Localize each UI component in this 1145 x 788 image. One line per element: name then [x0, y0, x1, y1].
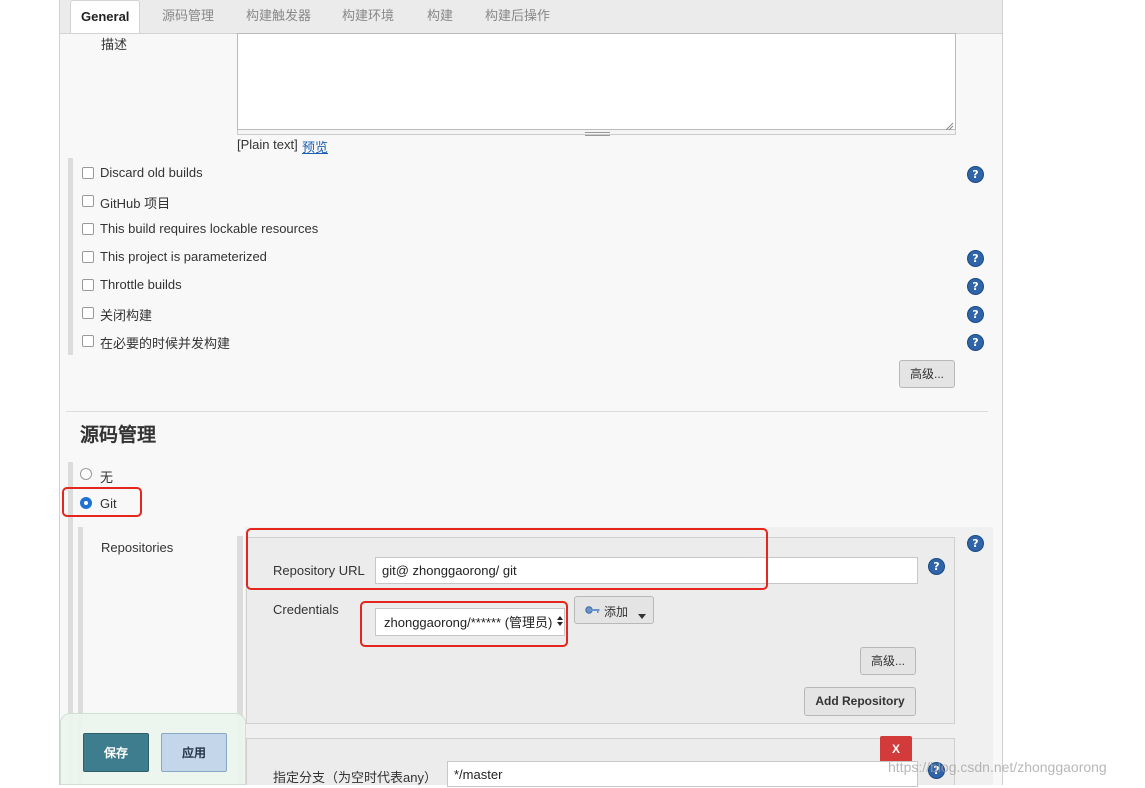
parameterized-checkbox[interactable] — [82, 251, 94, 263]
plain-text-label: [Plain text] — [237, 137, 298, 152]
dropdown-arrow-icon — [638, 608, 646, 622]
help-icon[interactable]: ? — [967, 250, 984, 267]
help-icon[interactable]: ? — [967, 278, 984, 295]
repository-advanced-button[interactable]: 高级... — [860, 647, 916, 675]
github-project-checkbox[interactable] — [82, 195, 94, 207]
description-label: 描述 — [101, 37, 128, 52]
add-repository-button[interactable]: Add Repository — [804, 687, 916, 716]
option-label: Throttle builds — [100, 277, 182, 292]
help-icon[interactable]: ? — [967, 306, 984, 323]
disable-build-checkbox[interactable] — [82, 307, 94, 319]
scm-option-label: 无 — [100, 470, 114, 485]
add-button-label: 添加 — [604, 605, 629, 619]
preview-link[interactable]: 预览 — [302, 137, 328, 156]
tab-scm[interactable]: 源码管理 — [162, 0, 214, 31]
resize-grip-icon[interactable] — [945, 119, 954, 131]
scm-section-title: 源码管理 — [80, 425, 157, 446]
apply-button[interactable]: 应用 — [161, 733, 227, 772]
option-label: Discard old builds — [100, 165, 203, 180]
discard-old-builds-checkbox[interactable] — [82, 167, 94, 179]
key-icon — [585, 604, 601, 619]
highlight-box-git — [62, 487, 142, 517]
tab-build-environment[interactable]: 构建环境 — [342, 0, 394, 31]
option-label: This project is parameterized — [100, 249, 267, 264]
option-label: 关闭构建 — [100, 308, 153, 323]
help-icon[interactable]: ? — [967, 334, 984, 351]
save-button[interactable]: 保存 — [83, 733, 149, 772]
highlight-box-credentials — [360, 601, 568, 647]
credentials-label: Credentials — [273, 602, 339, 617]
option-label: 在必要的时候并发构建 — [100, 336, 231, 351]
help-icon[interactable]: ? — [967, 166, 984, 183]
branch-input[interactable]: */master — [447, 761, 918, 787]
throttle-builds-checkbox[interactable] — [82, 279, 94, 291]
scm-none-radio[interactable] — [80, 468, 92, 480]
tab-build[interactable]: 构建 — [427, 0, 453, 31]
lockable-resources-checkbox[interactable] — [82, 223, 94, 235]
branch-label: 指定分支（为空时代表any） — [273, 770, 437, 785]
tab-post-build[interactable]: 构建后操作 — [485, 0, 550, 31]
highlight-box-url — [246, 528, 768, 590]
help-icon[interactable]: ? — [967, 535, 984, 552]
description-textarea[interactable] — [237, 33, 956, 130]
watermark: https://blog.csdn.net/zhonggaorong — [888, 759, 1107, 775]
concurrent-build-checkbox[interactable] — [82, 335, 94, 347]
drag-handle-icon — [585, 132, 610, 136]
option-label: GitHub 项目 — [100, 196, 171, 211]
tab-general[interactable]: General — [70, 0, 141, 33]
help-icon[interactable]: ? — [928, 558, 945, 575]
repositories-label: Repositories — [101, 540, 174, 555]
tab-build-triggers[interactable]: 构建触发器 — [246, 0, 311, 31]
option-label: This build requires lockable resources — [100, 221, 319, 236]
section-divider — [66, 411, 988, 412]
general-advanced-button[interactable]: 高级... — [899, 360, 955, 388]
options-section-bar — [68, 158, 73, 355]
add-credentials-button[interactable]: 添加 — [574, 596, 654, 624]
